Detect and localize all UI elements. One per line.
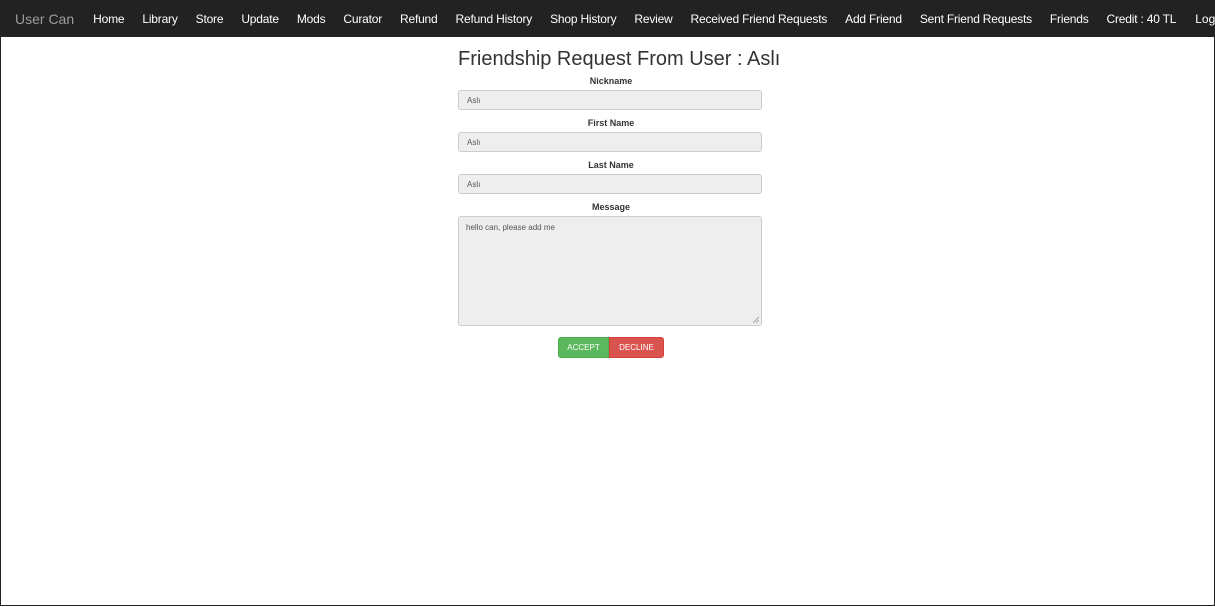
message-textarea[interactable]: hello can, please add me <box>458 216 762 326</box>
navbar-brand[interactable]: User Can <box>0 11 84 27</box>
nav-item-home[interactable]: Home <box>84 12 133 26</box>
nav-item-refund[interactable]: Refund <box>391 12 447 26</box>
accept-button[interactable]: ACCEPT <box>558 337 609 358</box>
nav-item-received-friend-requests[interactable]: Received Friend Requests <box>682 12 837 26</box>
nav-item-shop-history[interactable]: Shop History <box>541 12 625 26</box>
nav-item-review[interactable]: Review <box>625 12 681 26</box>
first-name-label: First Name <box>587 118 635 128</box>
top-navbar: User Can Home Library Store Update Mods … <box>0 0 1215 37</box>
nav-item-curator[interactable]: Curator <box>334 12 391 26</box>
action-buttons: ACCEPT DECLINE <box>458 337 764 358</box>
last-name-row: Last Name Aslı <box>458 160 764 194</box>
nickname-field[interactable]: Aslı <box>458 90 762 110</box>
nickname-row: Nickname Aslı <box>458 76 764 110</box>
message-text: hello can, please add me <box>466 223 555 232</box>
first-name-row: First Name Aslı <box>458 118 764 152</box>
message-row: Message hello can, please add me <box>458 202 764 326</box>
page-title: Friendship Request From User : Aslı <box>458 48 781 70</box>
decline-button[interactable]: DECLINE <box>609 337 664 358</box>
last-name-label: Last Name <box>588 160 634 170</box>
resize-grip-icon[interactable] <box>753 317 759 323</box>
nav-item-store[interactable]: Store <box>187 12 233 26</box>
message-label: Message <box>591 202 631 212</box>
nav-item-add-friend[interactable]: Add Friend <box>836 12 911 26</box>
nav-item-credit[interactable]: Credit : 40 TL <box>1098 12 1186 26</box>
navbar-menu: Home Library Store Update Mods Curator R… <box>84 12 1185 26</box>
friend-request-form: Friendship Request From User : Aslı Nick… <box>458 46 781 358</box>
logout-link[interactable]: Log Out <box>1185 12 1215 26</box>
nav-item-sent-friend-requests[interactable]: Sent Friend Requests <box>911 12 1041 26</box>
nav-item-mods[interactable]: Mods <box>288 12 335 26</box>
nav-item-refund-history[interactable]: Refund History <box>447 12 542 26</box>
last-name-field[interactable]: Aslı <box>458 174 762 194</box>
nickname-label: Nickname <box>589 76 633 86</box>
nav-item-friends[interactable]: Friends <box>1041 12 1098 26</box>
first-name-field[interactable]: Aslı <box>458 132 762 152</box>
nav-item-update[interactable]: Update <box>232 12 288 26</box>
nav-item-library[interactable]: Library <box>133 12 186 26</box>
